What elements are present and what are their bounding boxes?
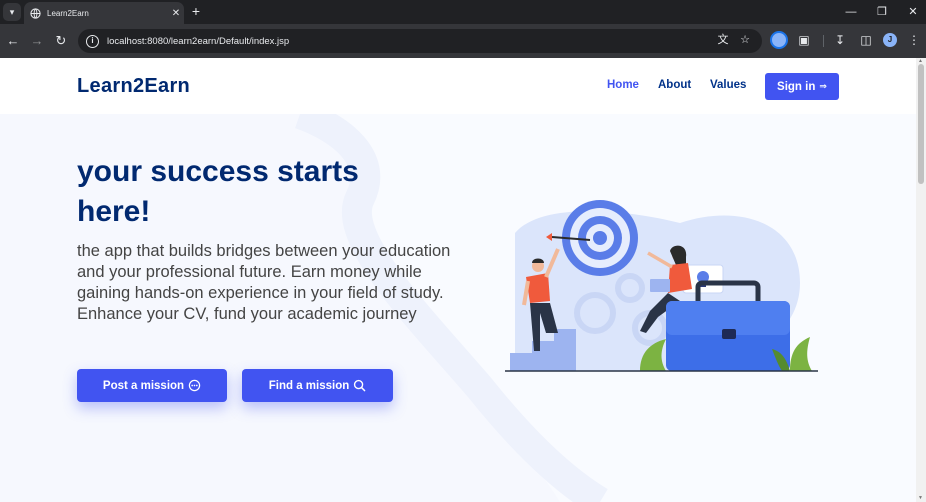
- page-viewport: Learn2Earn Home About Values Sign in ⇒ y…: [0, 58, 916, 502]
- hero-lead: the app that builds bridges between your…: [77, 242, 451, 323]
- scroll-down-icon[interactable]: ▼: [918, 495, 923, 501]
- reload-icon[interactable]: ↻: [52, 32, 70, 50]
- site-header: Learn2Earn Home About Values Sign in ⇒: [0, 58, 916, 114]
- forward-icon[interactable]: →: [28, 32, 46, 50]
- browser-tab[interactable]: Learn2Earn ✕: [24, 2, 184, 24]
- toolbar-separator: [823, 35, 824, 47]
- profile-avatar[interactable]: J: [883, 33, 897, 47]
- extensions-puzzle-icon[interactable]: ▣: [795, 31, 813, 49]
- restore-icon[interactable]: ❐: [872, 2, 892, 22]
- address-bar[interactable]: i localhost:8080/learn2earn/Default/inde…: [78, 29, 762, 53]
- nav-home[interactable]: Home: [607, 79, 639, 91]
- tab-title: Learn2Earn: [47, 8, 89, 18]
- page-scrollbar[interactable]: ▲ ▼: [916, 58, 926, 502]
- sign-in-button[interactable]: Sign in ⇒: [765, 73, 839, 100]
- post-mission-label: Post a mission: [102, 379, 185, 392]
- post-mission-button[interactable]: Post a mission: [77, 369, 227, 402]
- nav-values[interactable]: Values: [710, 79, 746, 91]
- browser-tab-strip: ▾ Learn2Earn ✕ + — ❐ ✕: [0, 0, 926, 24]
- extension-icon[interactable]: [770, 31, 788, 49]
- translate-icon[interactable]: 文: [714, 31, 732, 49]
- search-icon: [353, 379, 366, 392]
- find-mission-label: Find a mission: [268, 379, 350, 392]
- hero-headline: your success starts here!: [77, 155, 359, 228]
- address-url: localhost:8080/learn2earn/Default/index.…: [107, 35, 290, 47]
- side-panel-icon[interactable]: ◫: [857, 31, 875, 49]
- back-icon[interactable]: ←: [4, 32, 22, 50]
- bookmark-star-icon[interactable]: ☆: [736, 31, 754, 49]
- site-logo[interactable]: Learn2Earn: [77, 75, 190, 98]
- hero-illustration: [505, 200, 818, 372]
- close-tab-icon[interactable]: ✕: [168, 8, 184, 19]
- tab-search-icon[interactable]: ▾: [3, 3, 21, 21]
- minimize-icon[interactable]: —: [841, 2, 861, 22]
- globe-icon: [30, 7, 41, 19]
- chat-dots-icon: [188, 379, 201, 392]
- scrollbar-thumb[interactable]: [918, 64, 924, 184]
- menu-kebab-icon[interactable]: ⋮: [905, 31, 923, 49]
- download-icon[interactable]: ↧: [831, 31, 849, 49]
- close-window-icon[interactable]: ✕: [903, 2, 923, 22]
- site-info-icon[interactable]: i: [86, 34, 99, 48]
- sign-in-label: Sign in: [777, 80, 816, 93]
- box-arrow-in-right-icon: ⇒: [819, 81, 827, 91]
- nav-about[interactable]: About: [658, 79, 691, 91]
- find-mission-button[interactable]: Find a mission: [242, 369, 393, 402]
- new-tab-icon[interactable]: +: [188, 3, 204, 19]
